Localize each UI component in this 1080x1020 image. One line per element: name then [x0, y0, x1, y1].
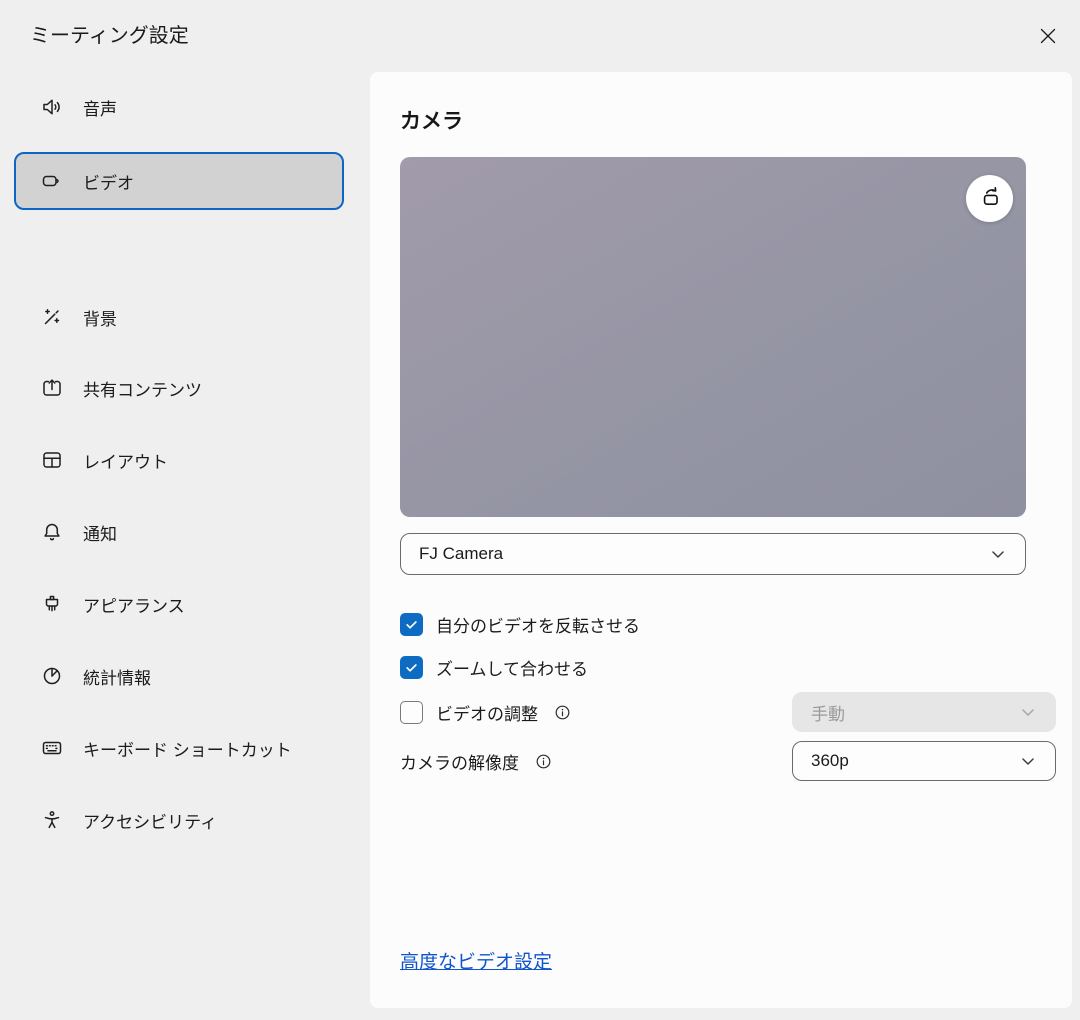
- mirror-video-row: 自分のビデオを反転させる: [400, 611, 640, 637]
- zoom-to-fit-row: ズームして合わせる: [400, 654, 588, 680]
- meeting-settings-dialog: ミーティング設定 音声 ビデオ 背景: [0, 0, 1080, 1020]
- sidebar-item-audio[interactable]: 音声: [14, 78, 344, 136]
- sidebar-item-layout[interactable]: レイアウト: [14, 431, 344, 489]
- accessibility-icon: [40, 808, 64, 832]
- camera-preview: [400, 157, 1026, 517]
- advanced-video-settings-link[interactable]: 高度なビデオ設定: [400, 947, 552, 974]
- sidebar-item-label: レイアウト: [83, 448, 168, 473]
- sidebar-item-label: アクセシビリティ: [83, 808, 217, 833]
- sidebar-item-notifications[interactable]: 通知: [14, 503, 344, 561]
- camera-resolution-label: カメラの解像度: [400, 749, 519, 774]
- video-adjust-mode-select: 手動: [792, 692, 1056, 732]
- sidebar-item-accessibility[interactable]: アクセシビリティ: [14, 791, 344, 849]
- camera-resolution-value: 360p: [811, 751, 1017, 771]
- camera-resolution-row: カメラの解像度 360p: [400, 741, 1026, 781]
- sidebar-item-label: 統計情報: [83, 664, 151, 689]
- video-adjust-label: ビデオの調整: [436, 700, 538, 725]
- chevron-down-icon: [1017, 750, 1039, 772]
- layout-grid-icon: [40, 448, 64, 472]
- paintbrush-icon: [40, 592, 64, 616]
- zoom-to-fit-checkbox[interactable]: [400, 656, 423, 679]
- info-icon[interactable]: [553, 703, 572, 722]
- rotate-camera-button[interactable]: [966, 175, 1013, 222]
- video-adjust-row: ビデオの調整 手動: [400, 692, 1026, 732]
- page-title: カメラ: [400, 107, 463, 137]
- magic-wand-icon: [40, 305, 64, 329]
- close-button[interactable]: [1030, 20, 1066, 56]
- info-icon[interactable]: [534, 752, 553, 771]
- sidebar-item-appearance[interactable]: アピアランス: [14, 575, 344, 633]
- camera-resolution-select[interactable]: 360p: [792, 741, 1056, 781]
- sidebar-item-label: 背景: [83, 305, 117, 330]
- mirror-video-checkbox[interactable]: [400, 613, 423, 636]
- sidebar-item-label: ビデオ: [83, 169, 134, 194]
- sidebar-item-keyboard-shortcuts[interactable]: キーボード ショートカット: [14, 719, 344, 777]
- speaker-icon: [40, 95, 64, 119]
- bell-icon: [40, 520, 64, 544]
- camera-device-value: FJ Camera: [419, 544, 987, 564]
- video-camera-icon: [40, 169, 64, 193]
- sidebar-item-statistics[interactable]: 統計情報: [14, 647, 344, 705]
- camera-device-select[interactable]: FJ Camera: [400, 533, 1026, 575]
- close-icon: [1036, 24, 1060, 53]
- chevron-down-icon: [987, 543, 1009, 565]
- mirror-video-label: 自分のビデオを反転させる: [436, 612, 640, 637]
- video-adjust-mode-value: 手動: [811, 700, 1017, 725]
- sidebar-item-share-content[interactable]: 共有コンテンツ: [14, 359, 344, 417]
- zoom-to-fit-label: ズームして合わせる: [436, 655, 588, 680]
- sidebar-item-video[interactable]: ビデオ: [14, 152, 344, 210]
- video-adjust-checkbox[interactable]: [400, 701, 423, 724]
- video-settings-panel: カメラ FJ Camera 自分のビデオを反転させる ズームして合わせる: [370, 72, 1072, 1008]
- rotate-camera-icon: [977, 183, 1003, 214]
- sidebar-item-label: 通知: [83, 520, 117, 545]
- window-title: ミーティング設定: [30, 22, 189, 50]
- chevron-down-icon: [1017, 701, 1039, 723]
- pie-chart-icon: [40, 664, 64, 688]
- keyboard-icon: [40, 736, 64, 760]
- sidebar-item-label: キーボード ショートカット: [83, 736, 292, 761]
- share-content-icon: [40, 376, 64, 400]
- sidebar-item-label: アピアランス: [83, 592, 185, 617]
- sidebar-item-background[interactable]: 背景: [14, 288, 344, 346]
- sidebar-item-label: 音声: [83, 95, 117, 120]
- sidebar-item-label: 共有コンテンツ: [83, 376, 202, 401]
- settings-sidebar: 音声 ビデオ 背景 共有コンテンツ レイアウト: [0, 64, 370, 1020]
